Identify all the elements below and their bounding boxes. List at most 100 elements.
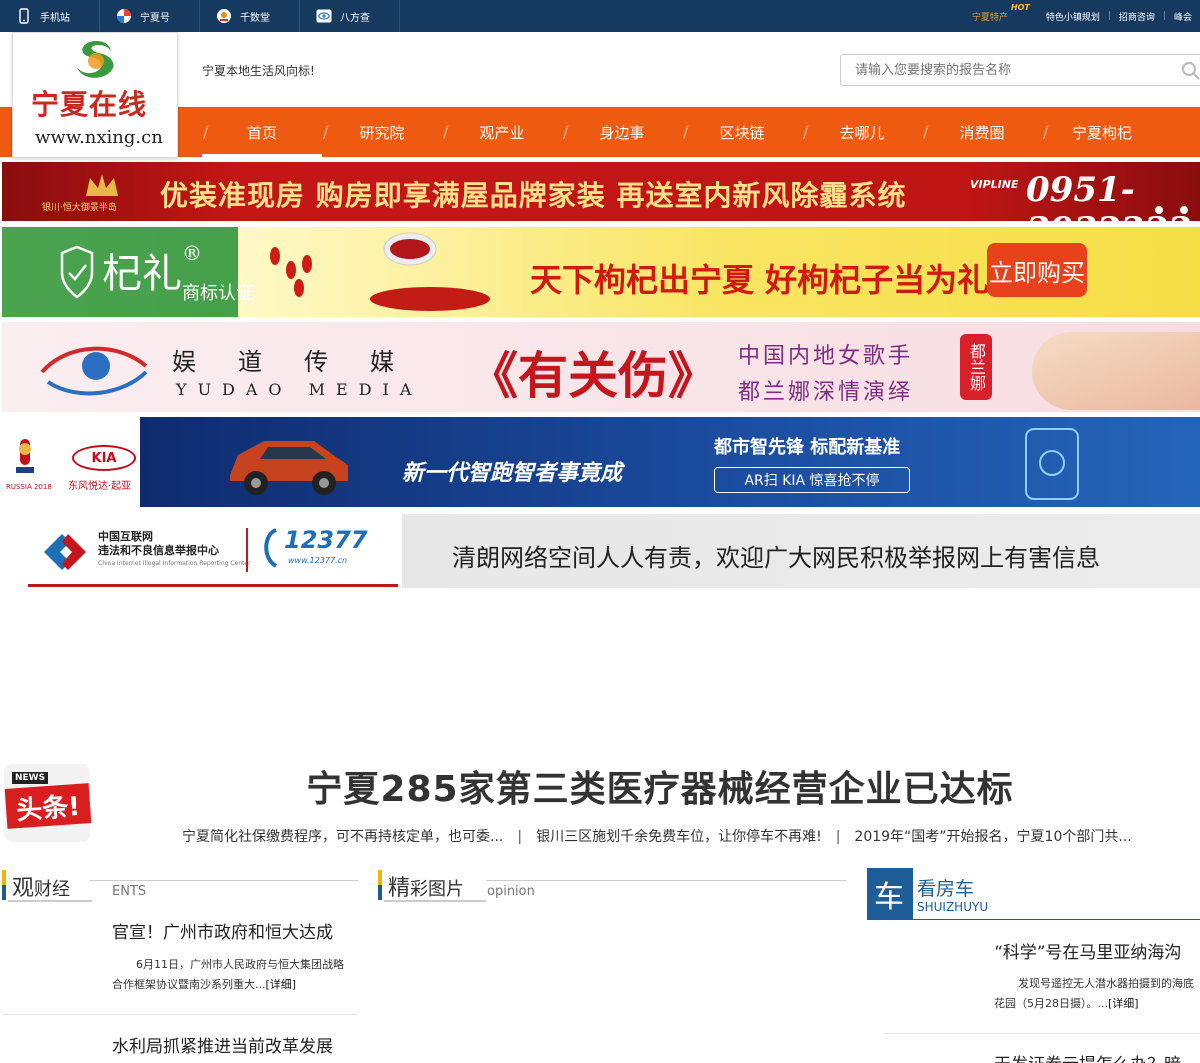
- article-desc-text: 6月11日，广州市人民政府与恒大集团战略合作框架协议暨南沙系列重大...: [112, 958, 344, 991]
- banner-cert: 商标认证: [182, 283, 254, 304]
- worldcup-label: RUSSIA 2018: [6, 483, 52, 491]
- section-title-rest: 彩图片: [410, 879, 465, 900]
- section-title-big: 观: [12, 876, 35, 901]
- news-badge: NEWS 头条!: [4, 764, 92, 842]
- logo-text: 宁夏在线: [31, 88, 148, 121]
- topbar-link-summit[interactable]: 峰会: [1166, 10, 1200, 23]
- goji-bowl-icon: [370, 232, 490, 311]
- banner-subtitle: 都兰娜深情演绎: [738, 380, 914, 405]
- search-input[interactable]: [855, 56, 1175, 84]
- nav-item-goji[interactable]: 宁夏枸杞: [1042, 107, 1162, 157]
- banner-evergrande[interactable]: 银川·恒大御景半岛 优装准现房 购房即享满屋品牌家装 再送室内新风除霾系统 VI…: [2, 162, 1200, 221]
- topbar-item-bafangcha[interactable]: 八方查: [300, 0, 400, 32]
- topbar-link-label: 宁夏特产: [971, 12, 1008, 23]
- banner-yudao-media[interactable]: 娱道传媒 YUDAO MEDIA 《有关伤》 中国内地女歌手 都兰娜深情演绎 都…: [2, 322, 1200, 412]
- car-icon: [230, 441, 348, 495]
- report-center-logo-icon: [44, 534, 86, 570]
- banner-vipline: VIPLINE: [970, 178, 1019, 191]
- nav-item-industry[interactable]: 观产业: [442, 107, 562, 157]
- goji-berry: [270, 247, 280, 265]
- headline-sub-link[interactable]: 2019年“国考”开始报名，宁夏10个部门共...: [854, 829, 1131, 845]
- ningxia-hao-icon: [116, 8, 132, 24]
- goji-berry: [286, 261, 296, 279]
- hot-badge: HOT: [1010, 2, 1030, 12]
- qianshutang-icon: [216, 8, 232, 24]
- section-cars-header: 车 看房车 SHUIZHUYU: [867, 868, 1200, 920]
- section-title[interactable]: 看房车: [917, 874, 974, 901]
- section-title-rest: 财经: [34, 879, 71, 900]
- banner-goji-gift[interactable]: 杞礼® 商标认证 天下枸杞出宁夏 好枸杞子当为礼 立即购买: [2, 227, 1200, 317]
- nav-item-research[interactable]: 研究院: [322, 107, 442, 157]
- topbar-link-specialty[interactable]: 宁夏特产 HOT: [956, 3, 1030, 23]
- phone-scan-icon: [1025, 428, 1079, 500]
- banner-ar-scan: AR扫 KIA 惊喜抢不停: [714, 467, 910, 493]
- banner-kia[interactable]: RUSSIA 2018 KIA 东风悦达·起亚 新一代智跑智者事竟成 都市智先锋…: [2, 417, 1200, 507]
- crown-icon: [86, 174, 118, 196]
- topbar-item-label: 宁夏号: [140, 12, 170, 24]
- topbar-link-town-planning[interactable]: 特色小镇规划: [1038, 10, 1108, 23]
- logo-swirl-icon: [77, 41, 114, 78]
- goji-berry: [302, 255, 312, 273]
- nav-item-consumer[interactable]: 消费圈: [922, 107, 1042, 157]
- article-title[interactable]: “科学”号在马里亚纳海沟: [994, 938, 1181, 963]
- section-accent-bar: [378, 870, 382, 900]
- section-title: 精彩图片: [388, 870, 464, 902]
- article-title[interactable]: 水利局抓紧推进当前改革发展: [112, 1032, 333, 1057]
- site-logo[interactable]: 宁夏在线 www.nxing.cn: [12, 32, 178, 158]
- section-en: opinion: [487, 884, 535, 899]
- banner-slogan: 新一代智跑智者事竟成: [402, 461, 623, 486]
- report-center-line: 违法和不良信息举报中心: [98, 544, 219, 557]
- headline-sub-link[interactable]: 宁夏简化社保缴费程序，可不再持核定单，也可委...: [182, 829, 503, 845]
- section-en: ENTS: [112, 884, 147, 899]
- banner-text: 优装准现房 购房即享满屋品牌家装 再送室内新风除霾系统: [160, 179, 907, 212]
- search-box: [840, 54, 1200, 86]
- section-accent-bar: [2, 870, 6, 900]
- topbar-link-investment[interactable]: 招商咨询: [1111, 10, 1163, 23]
- section-title-big: 车: [874, 880, 904, 915]
- divider: [884, 1033, 1200, 1034]
- site-slogan: 宁夏本地生活风向标!: [202, 64, 315, 78]
- section-title: 观财经: [12, 870, 70, 902]
- news-badge-label: NEWS: [12, 772, 49, 784]
- article-desc-text: 发现号遥控无人潜水器拍摄到的海底花园（5月28日摄）。...: [994, 977, 1194, 1010]
- search-icon[interactable]: [1181, 61, 1200, 85]
- singer-tag: 都兰娜: [960, 334, 992, 400]
- banner-12377[interactable]: 中国互联网 违法和不良信息举报中心 China Internet Illegal …: [2, 514, 1200, 588]
- shield-icon: [60, 245, 94, 299]
- yudao-logo-icon: [40, 346, 148, 396]
- topbar-item-qianshutang[interactable]: 千数堂: [200, 0, 300, 32]
- banner-subtitle: 都市智先锋 标配新基准: [714, 437, 901, 458]
- article-desc: 6月11日，广州市人民政府与恒大集团战略合作框架协议暨南沙系列重大...[详细]: [112, 955, 352, 995]
- slider-dot[interactable]: [1180, 206, 1188, 214]
- nav-item-home[interactable]: 首页: [202, 107, 322, 157]
- divider: [246, 528, 248, 572]
- banner-brand-text: 杞礼: [102, 251, 182, 297]
- article-title[interactable]: 天发证券云提怎么办？暗: [994, 1050, 1181, 1063]
- divider: [486, 880, 846, 881]
- article-title[interactable]: 官宣！广州市政府和恒大达成: [112, 918, 333, 943]
- kia-brand-cn: 东风悦达·起亚: [68, 481, 132, 492]
- banner-slogan: 天下枸杞出宁夏 好枸杞子当为礼: [530, 261, 990, 299]
- slider-dot[interactable]: [1155, 206, 1163, 214]
- headline-title[interactable]: 宁夏285家第三类医疗器械经营企业已达标: [120, 760, 1200, 812]
- buy-now-button[interactable]: 立即购买: [987, 243, 1087, 297]
- article-more-link[interactable]: [详细]: [266, 978, 297, 991]
- section-en: SHUIZHUYU: [917, 900, 989, 914]
- main-nav: / 首页 / 研究院 / 观产业 / 身边事 / 区块链 / 去哪儿 / 消费圈…: [0, 107, 1200, 157]
- headline-subs: 宁夏简化社保缴费程序，可不再持核定单，也可委... | 银川三区施划千余免费车位，让…: [182, 826, 1132, 846]
- headline-sub-link[interactable]: 银川三区施划千余免费车位，让你停车不再难!: [536, 829, 822, 845]
- topbar-item-label: 手机站: [40, 12, 70, 24]
- topbar-item-ningxia-hao[interactable]: 宁夏号: [100, 0, 200, 32]
- nav-item-blockchain[interactable]: 区块链: [682, 107, 802, 157]
- nav-item-local[interactable]: 身边事: [562, 107, 682, 157]
- article-more-link[interactable]: [详细]: [1108, 997, 1139, 1010]
- kia-logo: KIA: [72, 445, 136, 471]
- topbar-item-mobile[interactable]: 手机站: [0, 0, 100, 32]
- topbar-right-links: 宁夏特产 HOT 特色小镇规划 | 招商咨询 | 峰会: [956, 0, 1200, 32]
- divider: [28, 584, 398, 587]
- divider: |: [517, 829, 523, 845]
- report-center-line: 中国互联网: [98, 530, 153, 543]
- top-bar: 手机站 宁夏号 千数堂 八方查 宁夏特产 HOT 特色小镇规划 | 招商咨询 | …: [0, 0, 1200, 32]
- nav-item-travel[interactable]: 去哪儿: [802, 107, 922, 157]
- section-title-big: 精: [388, 876, 411, 901]
